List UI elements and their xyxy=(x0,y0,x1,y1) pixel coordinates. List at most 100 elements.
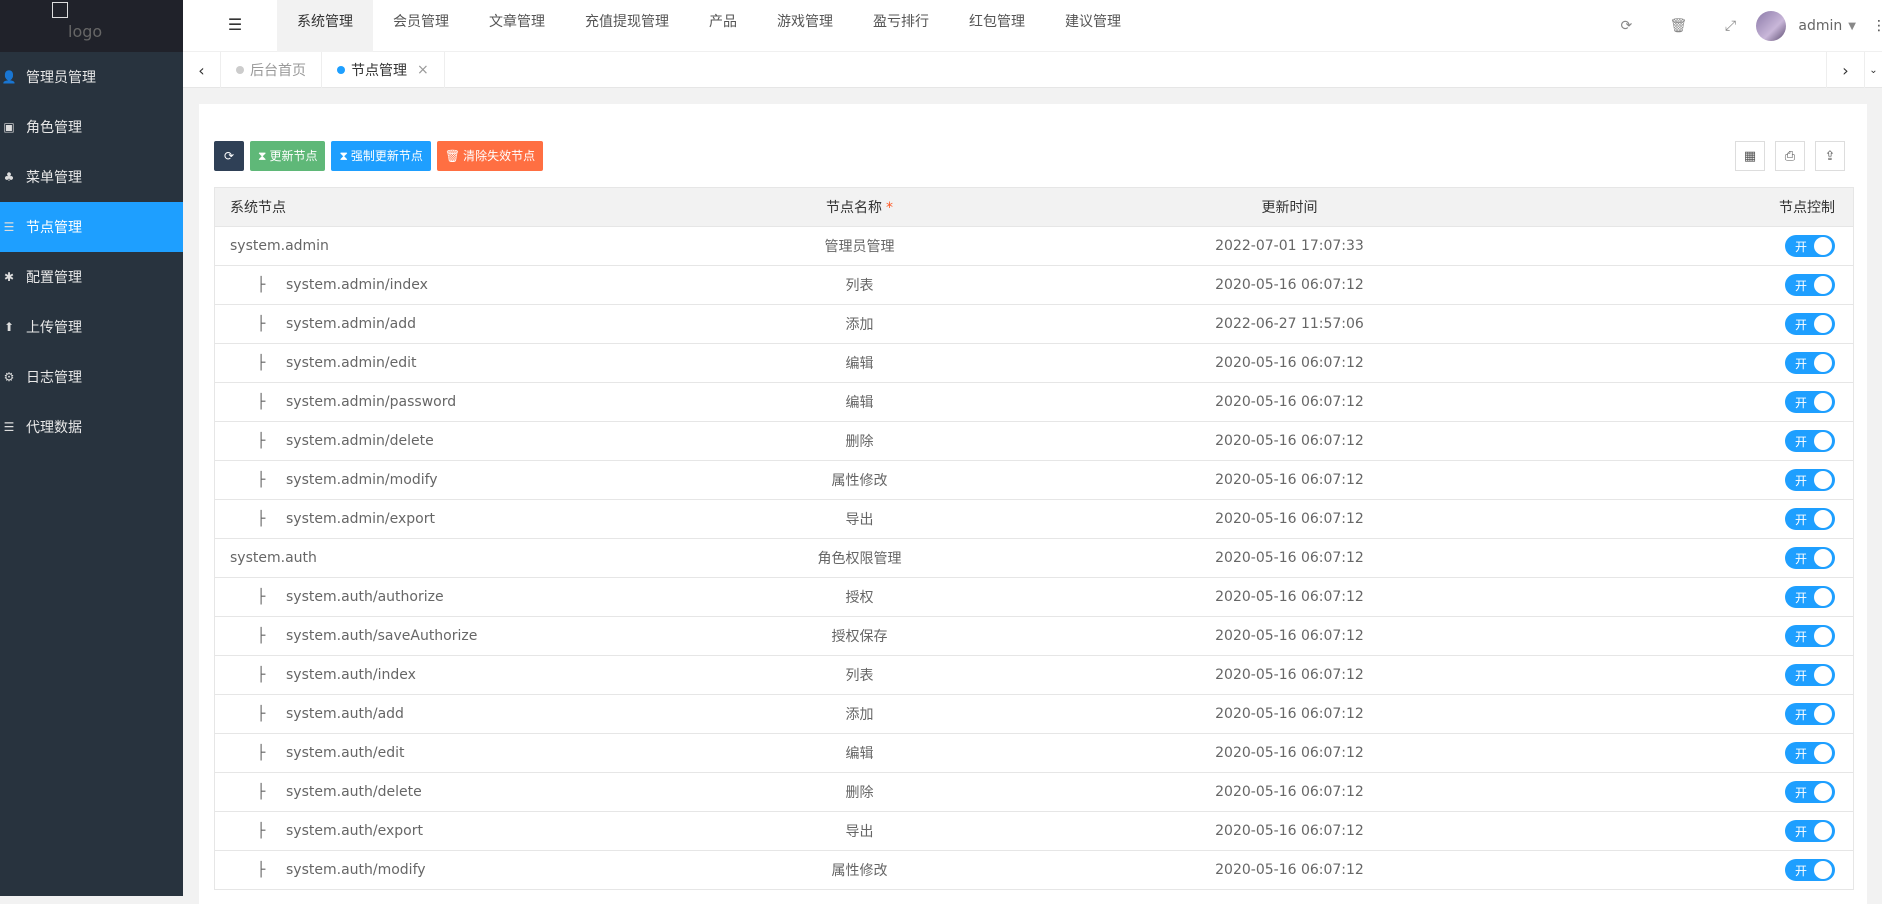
close-icon[interactable]: × xyxy=(417,62,429,78)
avatar[interactable] xyxy=(1756,11,1787,41)
switch-label: 开 xyxy=(1795,395,1808,410)
top-nav-item-3[interactable]: 充值提现管理 xyxy=(565,0,689,52)
col-header-time[interactable]: 更新时间 xyxy=(1074,187,1505,227)
node-toggle-switch[interactable]: 开 xyxy=(1785,703,1835,725)
sidebar-item-1[interactable]: ▣ 角色管理 xyxy=(0,102,183,152)
cell-name[interactable]: 属性修改 xyxy=(644,850,1075,890)
node-toggle-switch[interactable]: 开 xyxy=(1785,313,1835,335)
cell-name[interactable]: 角色权限管理 xyxy=(644,538,1075,578)
switch-knob xyxy=(1814,432,1832,450)
table-row: ├ system.admin/delete 删除 2020-05-16 06:07:1… xyxy=(214,421,1854,461)
top-nav-item-7[interactable]: 红包管理 xyxy=(949,0,1045,52)
trash-icon[interactable]: 🗑 xyxy=(1652,0,1704,52)
node-toggle-switch[interactable]: 开 xyxy=(1785,274,1835,296)
top-nav-item-0[interactable]: 系统管理 xyxy=(277,0,373,52)
tab-scroll-right-icon[interactable]: › xyxy=(1826,52,1864,88)
sidebar-item-label: 管理员管理 xyxy=(26,70,96,86)
switch-label: 开 xyxy=(1795,551,1808,566)
top-nav-item-4[interactable]: 产品 xyxy=(689,0,757,52)
sidebar-item-6[interactable]: ⚙ 日志管理 xyxy=(0,352,183,402)
top-nav-item-8[interactable]: 建议管理 xyxy=(1045,0,1141,52)
node-path: system.auth/saveAuthorize xyxy=(286,628,478,644)
node-toggle-switch[interactable]: 开 xyxy=(1785,742,1835,764)
cell-name[interactable]: 编辑 xyxy=(644,343,1075,383)
tree-branch-icon: ├ xyxy=(257,433,266,449)
cell-name[interactable]: 管理员管理 xyxy=(644,226,1075,266)
cell-name[interactable]: 删除 xyxy=(644,421,1075,461)
table-row: ├ system.auth/delete 删除 2020-05-16 06:07:12… xyxy=(214,772,1854,812)
node-toggle-switch[interactable]: 开 xyxy=(1785,547,1835,569)
tab-scroll-left-icon[interactable]: ‹ xyxy=(183,52,221,88)
cell-name[interactable]: 属性修改 xyxy=(644,460,1075,500)
cell-name[interactable]: 删除 xyxy=(644,772,1075,812)
sidebar-item-4[interactable]: ✱ 配置管理 xyxy=(0,252,183,302)
node-toggle-switch[interactable]: 开 xyxy=(1785,781,1835,803)
page-tab-1[interactable]: 节点管理 × xyxy=(322,52,445,88)
page-tab-0[interactable]: 后台首页 xyxy=(221,52,322,88)
sidebar-item-2[interactable]: ♣ 菜单管理 xyxy=(0,152,183,202)
node-toggle-switch[interactable]: 开 xyxy=(1785,859,1835,881)
cell-name[interactable]: 列表 xyxy=(644,265,1075,305)
cell-control: 开 xyxy=(1504,538,1854,578)
cell-node: ├ system.auth/authorize xyxy=(214,577,645,617)
cell-node: ├ system.auth/edit xyxy=(214,733,645,773)
menu-toggle-icon[interactable]: ☰ xyxy=(225,14,245,34)
cell-name[interactable]: 编辑 xyxy=(644,382,1075,422)
tree-icon: ♣ xyxy=(3,170,15,184)
table-row: ├ system.admin/export 导出 2020-05-16 06:07:1… xyxy=(214,499,1854,539)
cell-name[interactable]: 添加 xyxy=(644,694,1075,734)
cell-node: ├ system.admin/export xyxy=(214,499,645,539)
logo[interactable]: logo xyxy=(0,0,183,52)
sidebar-item-label: 配置管理 xyxy=(26,270,82,286)
node-toggle-switch[interactable]: 开 xyxy=(1785,391,1835,413)
node-toggle-switch[interactable]: 开 xyxy=(1785,664,1835,686)
node-path: system.auth/export xyxy=(286,823,423,839)
columns-icon[interactable]: ▦ xyxy=(1735,141,1765,171)
col-header-node[interactable]: 系统节点 xyxy=(214,187,645,227)
switch-label: 开 xyxy=(1795,239,1808,254)
fullscreen-icon[interactable]: ⤢ xyxy=(1704,0,1756,52)
col-header-name[interactable]: 节点名称 * xyxy=(644,187,1075,227)
print-icon[interactable]: ⎙ xyxy=(1775,141,1805,171)
refresh-icon[interactable]: ⟳ xyxy=(1600,0,1652,52)
cell-name[interactable]: 导出 xyxy=(644,811,1075,851)
node-toggle-switch[interactable]: 开 xyxy=(1785,586,1835,608)
username[interactable]: admin xyxy=(1798,18,1842,34)
sidebar-item-7[interactable]: ☰ 代理数据 xyxy=(0,402,183,452)
top-nav-item-1[interactable]: 会员管理 xyxy=(373,0,469,52)
update-nodes-button[interactable]: ⧗ 更新节点 xyxy=(250,141,326,171)
force-update-nodes-button[interactable]: ⧗ 强制更新节点 xyxy=(331,141,431,171)
top-nav-item-5[interactable]: 游戏管理 xyxy=(757,0,853,52)
node-toggle-switch[interactable]: 开 xyxy=(1785,235,1835,257)
sidebar-item-5[interactable]: ⬆ 上传管理 xyxy=(0,302,183,352)
chevron-down-icon[interactable]: ▼ xyxy=(1848,21,1856,32)
sidebar-item-3[interactable]: ☰ 节点管理 xyxy=(0,202,183,252)
tab-options-icon[interactable]: ⌄ xyxy=(1864,52,1882,88)
toolbar: ⟳ ⧗ 更新节点 ⧗ 强制更新节点 🗑 清除失效节点 xyxy=(214,141,544,171)
export-icon[interactable]: ⇪ xyxy=(1815,141,1845,171)
node-toggle-switch[interactable]: 开 xyxy=(1785,820,1835,842)
node-toggle-switch[interactable]: 开 xyxy=(1785,508,1835,530)
node-toggle-switch[interactable]: 开 xyxy=(1785,430,1835,452)
cell-name[interactable]: 授权 xyxy=(644,577,1075,617)
switch-knob xyxy=(1814,705,1832,723)
cell-name[interactable]: 列表 xyxy=(644,655,1075,695)
refresh-button[interactable]: ⟳ xyxy=(214,141,244,171)
tree-branch-icon: ├ xyxy=(257,472,266,488)
cell-name[interactable]: 导出 xyxy=(644,499,1075,539)
node-toggle-switch[interactable]: 开 xyxy=(1785,352,1835,374)
top-nav-item-2[interactable]: 文章管理 xyxy=(469,0,565,52)
node-path: system.admin/modify xyxy=(286,472,438,488)
cell-name[interactable]: 编辑 xyxy=(644,733,1075,773)
col-header-control[interactable]: 节点控制 xyxy=(1504,187,1854,227)
cell-name[interactable]: 添加 xyxy=(644,304,1075,344)
more-vertical-icon[interactable]: ⋮ xyxy=(1872,0,1882,52)
node-toggle-switch[interactable]: 开 xyxy=(1785,625,1835,647)
cell-name[interactable]: 授权保存 xyxy=(644,616,1075,656)
table-row: ├ system.auth/saveAuthorize 授权保存 2020-05-16… xyxy=(214,616,1854,656)
top-nav-item-6[interactable]: 盈亏排行 xyxy=(853,0,949,52)
cell-time: 2020-05-16 06:07:12 xyxy=(1074,265,1505,305)
sidebar-item-0[interactable]: 👤 管理员管理 xyxy=(0,52,183,102)
clear-invalid-nodes-button[interactable]: 🗑 清除失效节点 xyxy=(436,141,544,171)
node-toggle-switch[interactable]: 开 xyxy=(1785,469,1835,491)
